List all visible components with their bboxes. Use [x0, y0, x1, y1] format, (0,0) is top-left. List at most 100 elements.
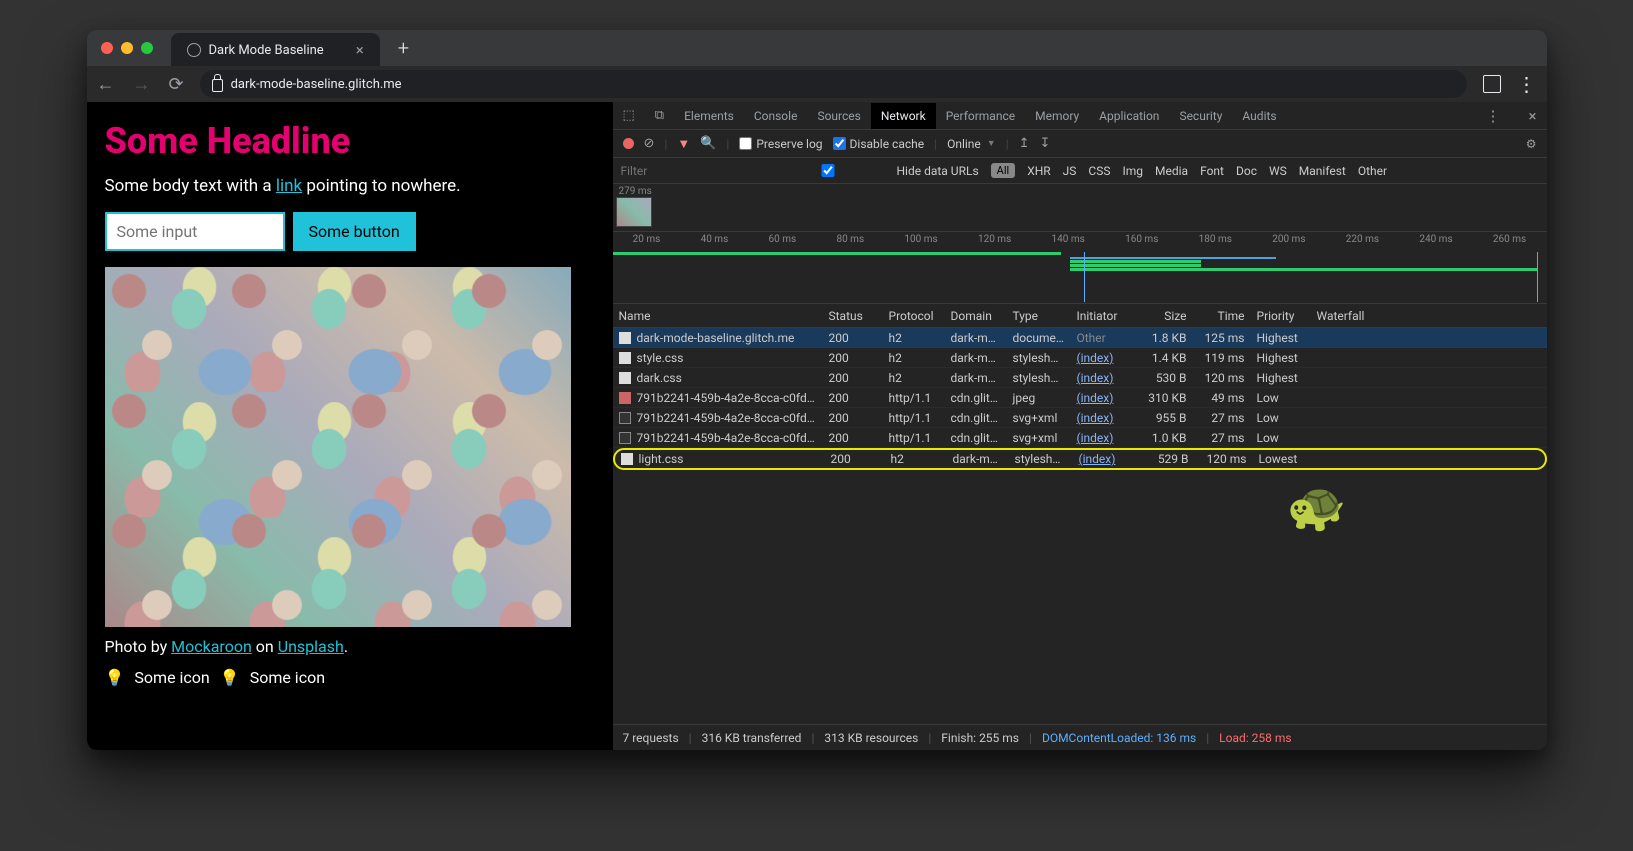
tab-application[interactable]: Application — [1099, 109, 1159, 123]
settings-icon[interactable]: ⚙ — [1526, 137, 1537, 151]
reload-button[interactable]: ⟳ — [169, 74, 184, 95]
filter-type-xhr[interactable]: XHR — [1027, 164, 1050, 178]
file-icon — [619, 372, 631, 384]
status-load: Load: 258 ms — [1219, 731, 1291, 745]
site-link[interactable]: Unsplash — [278, 637, 344, 656]
filter-type-doc[interactable]: Doc — [1236, 164, 1257, 178]
timeline[interactable]: 20 ms40 ms60 ms80 ms100 ms120 ms140 ms16… — [613, 232, 1547, 304]
demo-button[interactable]: Some button — [293, 212, 416, 251]
body-text: Some body text with a link pointing to n… — [105, 176, 595, 196]
inspect-icon[interactable]: ⬚ — [623, 108, 635, 123]
request-row[interactable]: light.css200h2dark-mo…stylesheet(index)5… — [613, 448, 1547, 470]
tab-console[interactable]: Console — [754, 109, 798, 123]
lock-icon — [212, 79, 223, 92]
browser-tab[interactable]: Dark Mode Baseline × — [171, 33, 380, 67]
disable-cache-checkbox[interactable]: Disable cache — [833, 137, 925, 151]
col-priority[interactable]: Priority — [1251, 309, 1311, 323]
browser-toolbar: ← → ⟳ dark-mode-baseline.glitch.me ⋮ — [87, 66, 1547, 102]
request-row[interactable]: 791b2241-459b-4a2e-8cca-c0fdc2…200http/1… — [613, 428, 1547, 448]
filter-type-manifest[interactable]: Manifest — [1299, 164, 1346, 178]
col-time[interactable]: Time — [1193, 309, 1251, 323]
titlebar: Dark Mode Baseline × + — [87, 30, 1547, 66]
close-tab-icon[interactable]: × — [356, 41, 364, 59]
device-icon[interactable]: ⧉ — [655, 108, 664, 123]
file-icon — [619, 412, 631, 424]
filter-input[interactable] — [621, 164, 751, 178]
extension-icon[interactable] — [1483, 75, 1501, 93]
filter-type-css[interactable]: CSS — [1088, 164, 1110, 178]
col-protocol[interactable]: Protocol — [883, 309, 945, 323]
minimize-window-icon[interactable] — [121, 42, 133, 54]
screenshot-thumb[interactable] — [616, 197, 652, 227]
author-link[interactable]: Mockaroon — [171, 637, 252, 656]
image-caption: Photo by Mockaroon on Unsplash. — [105, 637, 595, 656]
new-tab-button[interactable]: + — [398, 36, 409, 60]
request-row[interactable]: style.css200h2dark-mo…stylesheet(index)1… — [613, 348, 1547, 368]
overview-strip[interactable]: 279 ms — [613, 184, 1547, 232]
tab-sources[interactable]: Sources — [817, 109, 860, 123]
col-initiator[interactable]: Initiator — [1071, 309, 1131, 323]
status-transferred: 316 KB transferred — [702, 731, 802, 745]
demo-input[interactable] — [105, 212, 285, 251]
col-type[interactable]: Type — [1007, 309, 1071, 323]
filter-bar: Hide data URLs All XHR JS CSS Img Media … — [613, 158, 1547, 184]
filter-type-media[interactable]: Media — [1155, 164, 1188, 178]
filter-type-js[interactable]: JS — [1063, 164, 1077, 178]
hide-urls-checkbox[interactable]: Hide data URLs — [763, 164, 979, 178]
devtools-menu-icon[interactable]: ⋮ — [1485, 107, 1500, 125]
table-header: Name Status Protocol Domain Type Initiat… — [613, 304, 1547, 328]
close-window-icon[interactable] — [101, 42, 113, 54]
file-icon — [619, 352, 631, 364]
request-row[interactable]: dark-mode-baseline.glitch.me200h2dark-mo… — [613, 328, 1547, 348]
turtle-icon: 🐢 — [1287, 478, 1347, 535]
filter-type-font[interactable]: Font — [1200, 164, 1224, 178]
bulb-icon: 💡 — [105, 668, 125, 687]
col-name[interactable]: Name — [613, 309, 823, 323]
upload-icon[interactable]: ↥ — [1019, 136, 1030, 151]
download-icon[interactable]: ↧ — [1040, 136, 1051, 151]
filter-type-all[interactable]: All — [991, 163, 1016, 178]
icon-label-2: Some icon — [250, 668, 325, 687]
bulb-icon: 💡 — [220, 668, 240, 687]
status-dcl: DOMContentLoaded: 136 ms — [1042, 731, 1196, 745]
browser-window: Dark Mode Baseline × + ← → ⟳ dark-mode-b… — [87, 30, 1547, 750]
browser-menu-button[interactable]: ⋮ — [1517, 72, 1537, 96]
clear-button[interactable]: ⊘ — [644, 136, 655, 151]
status-bar: 7 requests| 316 KB transferred| 313 KB r… — [613, 724, 1547, 750]
tab-title: Dark Mode Baseline — [209, 43, 324, 58]
tab-memory[interactable]: Memory — [1035, 109, 1079, 123]
request-row[interactable]: dark.css200h2dark-mo…stylesheet(index)53… — [613, 368, 1547, 388]
request-row[interactable]: 791b2241-459b-4a2e-8cca-c0fdc2…200http/1… — [613, 388, 1547, 408]
filter-type-ws[interactable]: WS — [1269, 164, 1287, 178]
col-domain[interactable]: Domain — [945, 309, 1007, 323]
page-content: Some Headline Some body text with a link… — [87, 102, 613, 750]
filter-type-img[interactable]: Img — [1122, 164, 1143, 178]
request-table: 🐢 dark-mode-baseline.glitch.me200h2dark-… — [613, 328, 1547, 724]
filter-type-other[interactable]: Other — [1358, 164, 1387, 178]
devtools-panel: ⬚ ⧉ Elements Console Sources Network Per… — [613, 102, 1547, 750]
body-link[interactable]: link — [276, 176, 302, 196]
col-size[interactable]: Size — [1131, 309, 1193, 323]
request-row[interactable]: 791b2241-459b-4a2e-8cca-c0fdc2…200http/1… — [613, 408, 1547, 428]
search-icon[interactable]: 🔍 — [700, 136, 716, 151]
throttle-select[interactable]: Online▼ — [947, 137, 996, 151]
tab-security[interactable]: Security — [1179, 109, 1222, 123]
devtools-close-icon[interactable]: × — [1528, 107, 1536, 125]
col-status[interactable]: Status — [823, 309, 883, 323]
icon-label-1: Some icon — [134, 668, 209, 687]
record-button[interactable] — [623, 138, 634, 149]
tab-performance[interactable]: Performance — [946, 109, 1015, 123]
tab-network[interactable]: Network — [871, 103, 936, 129]
url-bar[interactable]: dark-mode-baseline.glitch.me — [200, 70, 1467, 98]
forward-button[interactable]: → — [133, 74, 151, 95]
filter-toggle-icon[interactable]: ▼ — [677, 136, 690, 152]
back-button[interactable]: ← — [97, 74, 115, 95]
status-finish: Finish: 255 ms — [941, 731, 1019, 745]
preserve-log-checkbox[interactable]: Preserve log — [739, 137, 822, 151]
devtools-tabs: ⬚ ⧉ Elements Console Sources Network Per… — [613, 102, 1547, 130]
col-waterfall[interactable]: Waterfall — [1311, 309, 1547, 323]
tab-audits[interactable]: Audits — [1242, 109, 1276, 123]
tab-elements[interactable]: Elements — [684, 109, 734, 123]
file-icon — [619, 392, 631, 404]
maximize-window-icon[interactable] — [141, 42, 153, 54]
